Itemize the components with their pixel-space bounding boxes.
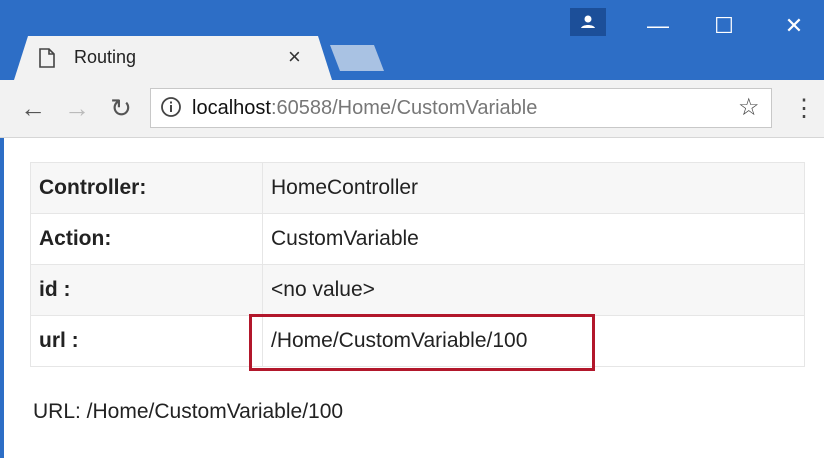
bookmark-star-icon[interactable]: ☆: [738, 94, 760, 122]
table-row: Controller: HomeController: [30, 162, 805, 214]
url-path: :60588/Home/CustomVariable: [270, 97, 538, 119]
row-value: HomeController: [262, 162, 805, 214]
tab-routing[interactable]: [14, 36, 332, 80]
person-icon: [581, 15, 595, 28]
table-row: id : <no value>: [30, 264, 805, 316]
row-value: <no value>: [262, 264, 805, 316]
window-edge: [0, 138, 4, 458]
row-label: Action:: [30, 213, 263, 265]
reload-icon[interactable]: ↻: [104, 90, 138, 126]
tab-title: Routing: [74, 47, 137, 67]
highlight-box: [249, 314, 595, 371]
url-output: URL: /Home/CustomVariable/100: [33, 400, 344, 423]
row-value: CustomVariable: [262, 213, 805, 265]
menu-icon[interactable]: ⋮: [792, 95, 816, 123]
close-window-button[interactable]: ✕: [766, 8, 822, 44]
address-text[interactable]: localhost:60588/Home/CustomVariable: [192, 97, 537, 120]
row-label: Controller:: [30, 162, 263, 214]
table-row: Action: CustomVariable: [30, 213, 805, 265]
tab-close-icon[interactable]: ×: [288, 44, 301, 70]
url-host: localhost: [192, 97, 271, 119]
minimize-button[interactable]: —: [630, 8, 686, 44]
maximize-button[interactable]: ☐: [696, 8, 752, 44]
row-label: id :: [30, 264, 263, 316]
info-icon[interactable]: [160, 96, 182, 118]
profile-button[interactable]: [570, 8, 606, 36]
page-icon: [39, 48, 55, 68]
back-arrow-icon[interactable]: ←: [16, 90, 50, 126]
row-label: url :: [30, 315, 263, 367]
forward-arrow-icon[interactable]: →: [60, 90, 94, 126]
